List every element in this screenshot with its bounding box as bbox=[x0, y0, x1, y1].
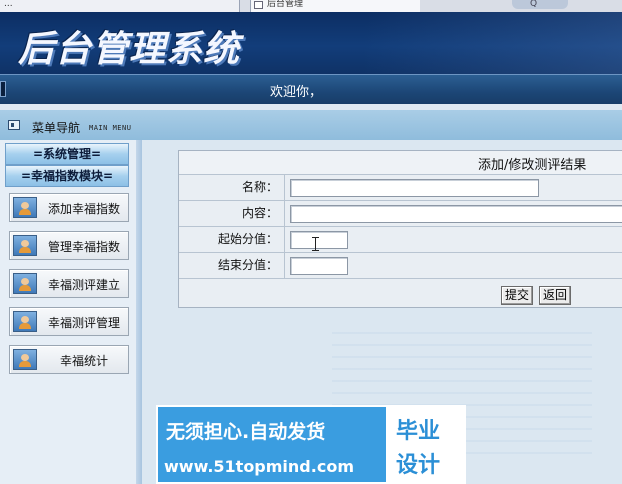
form-row-start-score: 起始分值： bbox=[179, 227, 622, 253]
menu-sub-label: MAIN MENU bbox=[89, 124, 132, 132]
evaluation-result-form: 添加/修改测评结果 名称： 内容： 起始分值： 结束分值： 提交 返回 bbox=[178, 150, 622, 308]
menu-label: 菜单导航 bbox=[32, 121, 81, 135]
user-icon bbox=[13, 197, 37, 218]
menu-icon bbox=[8, 120, 20, 130]
browser-tab-1[interactable]: ... bbox=[0, 0, 240, 12]
browser-search-box[interactable] bbox=[512, 0, 568, 9]
sidebar-item-label: 管理幸福指数 bbox=[48, 240, 121, 254]
sidebar-item-label: 幸福测评建立 bbox=[48, 278, 121, 292]
text-cursor-icon bbox=[312, 237, 319, 251]
start-score-label: 起始分值： bbox=[179, 227, 285, 252]
browser-tab-2-label: 后台管理 bbox=[267, 0, 304, 9]
form-title-row: 添加/修改测评结果 bbox=[179, 151, 622, 175]
user-icon bbox=[13, 273, 37, 294]
banner-decoration bbox=[362, 12, 622, 74]
user-icon bbox=[13, 235, 37, 256]
section-system-management[interactable]: =系统管理= bbox=[5, 143, 129, 165]
start-score-input[interactable] bbox=[290, 231, 348, 249]
form-title: 添加/修改测评结果 bbox=[478, 158, 587, 173]
welcome-text: 欢迎你， bbox=[270, 85, 323, 100]
browser-tabstrip: ... 后台管理 Q bbox=[0, 0, 622, 12]
content-input[interactable] bbox=[290, 205, 622, 223]
name-input[interactable] bbox=[290, 179, 539, 197]
sidebar-item-label: 添加幸福指数 bbox=[48, 202, 121, 216]
user-icon bbox=[13, 311, 37, 332]
user-icon bbox=[13, 349, 37, 370]
ad-badge-line-2: 设计 bbox=[396, 453, 441, 478]
form-buttons: 提交 返回 bbox=[179, 283, 622, 309]
section-happiness-module[interactable]: =幸福指数模块= bbox=[5, 165, 129, 187]
search-icon: Q bbox=[530, 0, 538, 9]
end-score-input[interactable] bbox=[290, 257, 348, 275]
name-label: 名称： bbox=[179, 175, 285, 200]
site-title: 后台管理系统 bbox=[18, 29, 241, 70]
back-button[interactable]: 返回 bbox=[539, 286, 572, 305]
sidebar-item-create-evaluation[interactable]: 幸福测评建立 bbox=[9, 269, 129, 298]
sidebar: =系统管理= =幸福指数模块= 添加幸福指数 管理幸福指数 幸福测评建立 幸福测… bbox=[0, 140, 142, 484]
page-icon bbox=[254, 1, 263, 9]
ad-badge-line-1: 毕业 bbox=[396, 419, 441, 444]
sidebar-item-statistics[interactable]: 幸福统计 bbox=[9, 345, 129, 374]
sidebar-item-manage-evaluation[interactable]: 幸福测评管理 bbox=[9, 307, 129, 336]
header-banner: 后台管理系统 bbox=[0, 12, 622, 74]
ad-url: www.51topmind.com bbox=[164, 457, 354, 476]
content-label: 内容： bbox=[179, 201, 285, 226]
sidebar-item-add-index[interactable]: 添加幸福指数 bbox=[9, 193, 129, 222]
sidebar-item-label: 幸福统计 bbox=[60, 354, 109, 368]
menu-header: 菜单导航 MAIN MENU bbox=[0, 110, 622, 140]
browser-tab-2[interactable]: 后台管理 bbox=[250, 0, 420, 12]
end-score-label: 结束分值： bbox=[179, 253, 285, 278]
sidebar-item-manage-index[interactable]: 管理幸福指数 bbox=[9, 231, 129, 260]
form-row-content: 内容： bbox=[179, 201, 622, 227]
watermark-ad: 无须担心.自动发货 www.51topmind.com 毕业 设计 bbox=[156, 405, 466, 484]
browser-tab-1-label: ... bbox=[4, 0, 13, 9]
ad-badge: 毕业 设计 bbox=[386, 407, 466, 484]
form-row-end-score: 结束分值： bbox=[179, 253, 622, 279]
sidebar-item-label: 幸福测评管理 bbox=[48, 316, 121, 330]
form-row-name: 名称： bbox=[179, 175, 622, 201]
submit-button[interactable]: 提交 bbox=[501, 286, 534, 305]
welcome-bar: 欢迎你， bbox=[0, 74, 622, 104]
collapse-handle[interactable] bbox=[0, 81, 6, 97]
ad-line-1: 无须担心.自动发货 bbox=[166, 421, 326, 443]
